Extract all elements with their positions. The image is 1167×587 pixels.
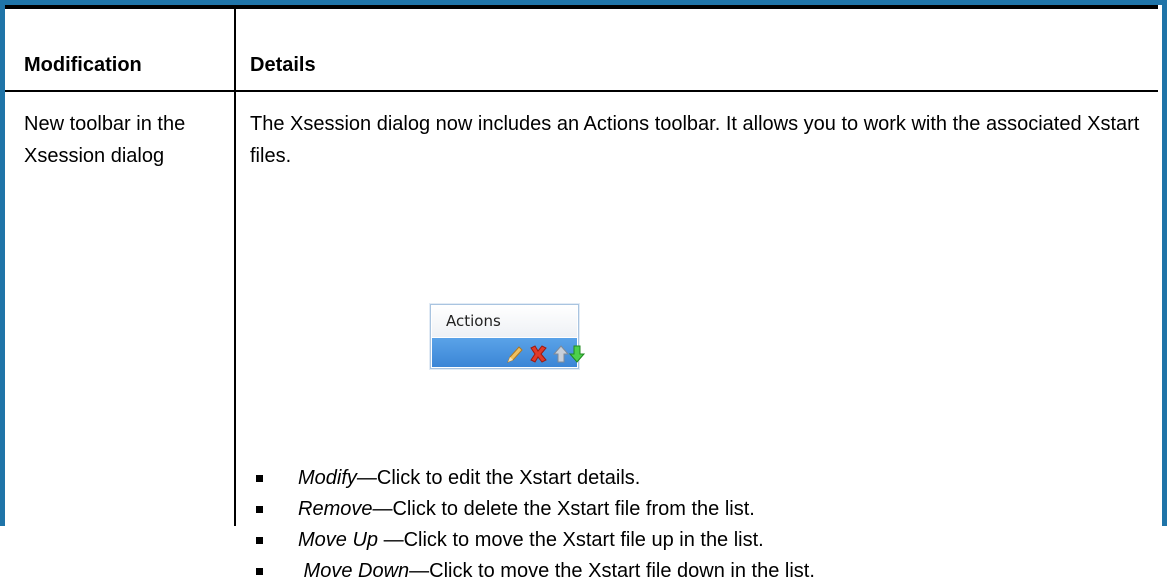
actions-toolbar-image: Actions — [430, 304, 586, 369]
modifications-table: Modification Details New toolbar in the … — [5, 5, 1158, 582]
list-item: Modify—Click to edit the Xstart details. — [250, 463, 1150, 494]
header-details: Details — [250, 54, 316, 76]
bullet-square-icon — [256, 537, 263, 544]
bullet-term: Modify — [298, 467, 357, 489]
list-item: Remove—Click to delete the Xstart file f… — [250, 494, 1150, 525]
bullet-square-icon — [256, 568, 263, 575]
list-item: Move Up —Click to move the Xstart file u… — [250, 525, 1150, 556]
bullet-text: —Click to move the Xstart file up in the… — [383, 529, 764, 551]
move-down-arrow-icon — [568, 345, 586, 363]
details-cell: The Xsession dialog now includes an Acti… — [250, 108, 1140, 172]
bullet-term: Move Down — [298, 560, 410, 582]
modification-cell: New toolbar in the Xsession dialog — [24, 113, 186, 167]
header-modification: Modification — [24, 54, 142, 76]
details-paragraph: The Xsession dialog now includes an Acti… — [250, 113, 1140, 167]
bullet-term: Move Up — [298, 529, 384, 551]
bullet-text: —Click to move the Xstart file down in t… — [409, 560, 815, 582]
bullet-square-icon — [256, 475, 263, 482]
actions-bullet-list: Modify—Click to edit the Xstart details.… — [250, 463, 1150, 587]
pencil-icon — [507, 346, 523, 363]
remove-x-icon — [530, 345, 547, 363]
bullet-text: —Click to delete the Xstart file from th… — [372, 498, 755, 520]
bullet-square-icon — [256, 506, 263, 513]
bullet-text: —Click to edit the Xstart details. — [356, 467, 641, 489]
table-header-row: Modification Details — [5, 9, 1158, 92]
actions-toolbar-bar — [432, 338, 586, 367]
actions-toolbar-title: Actions — [432, 306, 577, 337]
bullet-term: Remove — [298, 498, 373, 520]
list-item: Move Down—Click to move the Xstart file … — [250, 556, 1150, 587]
